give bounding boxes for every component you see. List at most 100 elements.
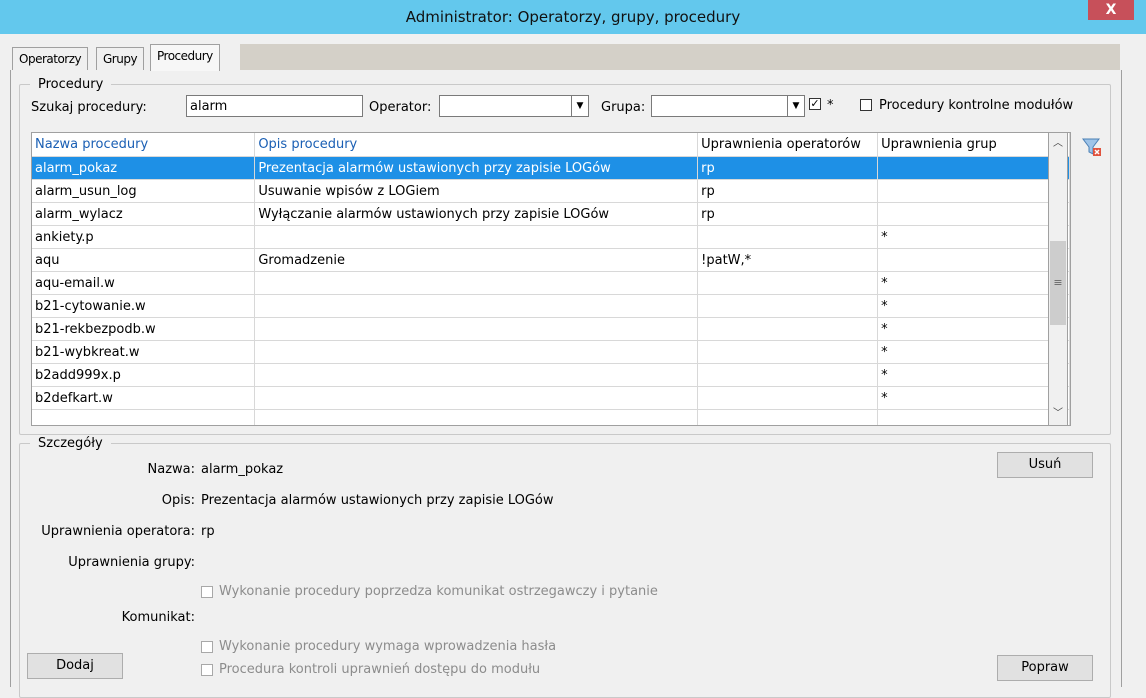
group-combo[interactable]: ▼ [651,95,805,117]
cell-operator-rights: rp [697,179,879,203]
group-rights-label: Uprawnienia grupy: [68,555,195,570]
search-input[interactable] [186,95,363,117]
details-legend: Szczegóły [38,436,103,451]
tab-grupy[interactable]: Grupy [96,47,145,70]
table-row[interactable]: aqu Gromadzenie !patW,* [32,248,1070,272]
description-value: Prezentacja alarmów ustawionych przy zap… [201,493,554,508]
cell-operator-rights [697,386,879,410]
password-checkbox-label: Wykonanie procedury wymaga wprowadzenia … [219,639,557,654]
cell-description [254,340,699,364]
cell-group-rights: * [877,386,1070,410]
cell-operator-rights [697,271,879,295]
cell-operator-rights [697,225,879,249]
message-label: Komunikat: [121,610,195,625]
tab-strip: Operatorzy Grupy Procedury [10,44,1120,71]
filter-clear-icon[interactable] [1081,136,1103,158]
cell-operator-rights [697,409,879,425]
table-row[interactable]: ankiety.p * [32,225,1070,249]
table-row[interactable]: b2defkart.w * [32,386,1070,410]
cell-description: Prezentacja alarmów ustawionych przy zap… [254,156,699,180]
table-row[interactable] [32,409,1070,425]
column-header-operator-rights[interactable]: Uprawnienia operatorów [697,133,879,157]
cell-group-rights [877,248,1070,272]
column-header-group-rights[interactable]: Uprawnienia grup [877,133,1070,157]
cell-group-rights: * [877,225,1070,249]
cell-name: ankiety.p [32,225,256,249]
column-header-name[interactable]: Nazwa procedury [32,133,256,157]
star-checkbox[interactable]: ✓ [809,98,821,110]
cell-description [254,225,699,249]
scroll-up-icon[interactable]: ︿ [1049,134,1067,154]
password-checkbox[interactable] [201,641,213,653]
table-row[interactable]: alarm_wylacz Wyłączanie alarmów ustawiony… [32,202,1070,226]
cell-operator-rights: rp [697,202,879,226]
cell-group-rights: * [877,363,1070,387]
cell-operator-rights [697,363,879,387]
group-label: Grupa: [601,100,646,115]
table-row[interactable]: b21-cytowanie.w * [32,294,1070,318]
title-bar: Administrator: Operatorzy, grupy, proced… [0,0,1146,34]
cell-description: Wyłączanie alarmów ustawionych przy zapi… [254,202,699,226]
cell-name: alarm_usun_log [32,179,256,203]
cell-description [254,386,699,410]
chevron-down-icon[interactable]: ▼ [787,96,804,116]
cell-name: aqu-email.w [32,271,256,295]
cell-description: Gromadzenie [254,248,699,272]
column-header-description[interactable]: Opis procedury [254,133,699,157]
cell-group-rights [877,202,1070,226]
description-label: Opis: [161,493,195,508]
cell-operator-rights [697,294,879,318]
tab-procedury[interactable]: Procedury [150,44,220,71]
star-checkbox-label: * [827,98,834,113]
cell-description [254,409,699,425]
table-row[interactable]: alarm_pokaz Prezentacja alarmów ustawiony… [32,156,1070,180]
cell-name: aqu [32,248,256,272]
table-row[interactable]: alarm_usun_log Usuwanie wpisów z LOGiem rp [32,179,1070,203]
warning-checkbox[interactable] [201,586,213,598]
table-row[interactable]: b21-rekbezpodb.w * [32,317,1070,341]
cell-name: b2defkart.w [32,386,256,410]
cell-description [254,271,699,295]
cell-operator-rights [697,340,879,364]
cell-name: b21-rekbezpodb.w [32,317,256,341]
chevron-down-icon[interactable]: ▼ [571,96,588,116]
cell-name: b21-wybkreat.w [32,340,256,364]
cell-operator-rights: rp [697,156,879,180]
name-label: Nazwa: [147,462,196,477]
cell-group-rights: * [877,340,1070,364]
scroll-down-icon[interactable]: ﹀ [1049,404,1067,424]
cell-description: Usuwanie wpisów z LOGiem [254,179,699,203]
cell-description [254,363,699,387]
tab-strip-band [240,44,1120,70]
add-button[interactable]: Dodaj [27,653,123,679]
operator-combo[interactable]: ▼ [439,95,589,117]
table-header-row: Nazwa procedury Opis procedury Uprawnien… [32,133,1070,157]
tab-content: Procedury Szukaj procedury: Operator: ▼ … [10,70,1122,698]
table-row[interactable]: b21-wybkreat.w * [32,340,1070,364]
cell-operator-rights [697,317,879,341]
access-control-checkbox[interactable] [201,664,213,676]
edit-button[interactable]: Popraw [997,655,1093,681]
procedures-table[interactable]: Nazwa procedury Opis procedury Uprawnien… [31,132,1071,426]
cell-group-rights [877,409,1070,425]
table-scrollbar[interactable]: ︿ ≡ ﹀ [1048,132,1068,426]
access-control-checkbox-label: Procedura kontroli uprawnień dostępu do … [219,662,541,677]
tab-operatorzy[interactable]: Operatorzy [12,47,89,70]
cell-group-rights: * [877,294,1070,318]
table-row[interactable]: b2add999x.p * [32,363,1070,387]
close-button[interactable]: X [1088,0,1134,20]
cell-name: b21-cytowanie.w [32,294,256,318]
operator-rights-label: Uprawnienia operatora: [41,524,195,539]
cell-group-rights [877,179,1070,203]
cell-group-rights [877,156,1070,180]
table-row[interactable]: aqu-email.w * [32,271,1070,295]
delete-button[interactable]: Usuń [997,452,1093,478]
scroll-thumb[interactable]: ≡ [1050,241,1066,325]
cell-name: alarm_pokaz [32,156,256,180]
control-procedures-checkbox[interactable] [860,99,872,111]
warning-checkbox-label: Wykonanie procedury poprzedza komunikat … [219,584,658,599]
cell-group-rights: * [877,271,1070,295]
cell-name: b2add999x.p [32,363,256,387]
search-label: Szukaj procedury: [31,100,147,115]
cell-group-rights: * [877,317,1070,341]
